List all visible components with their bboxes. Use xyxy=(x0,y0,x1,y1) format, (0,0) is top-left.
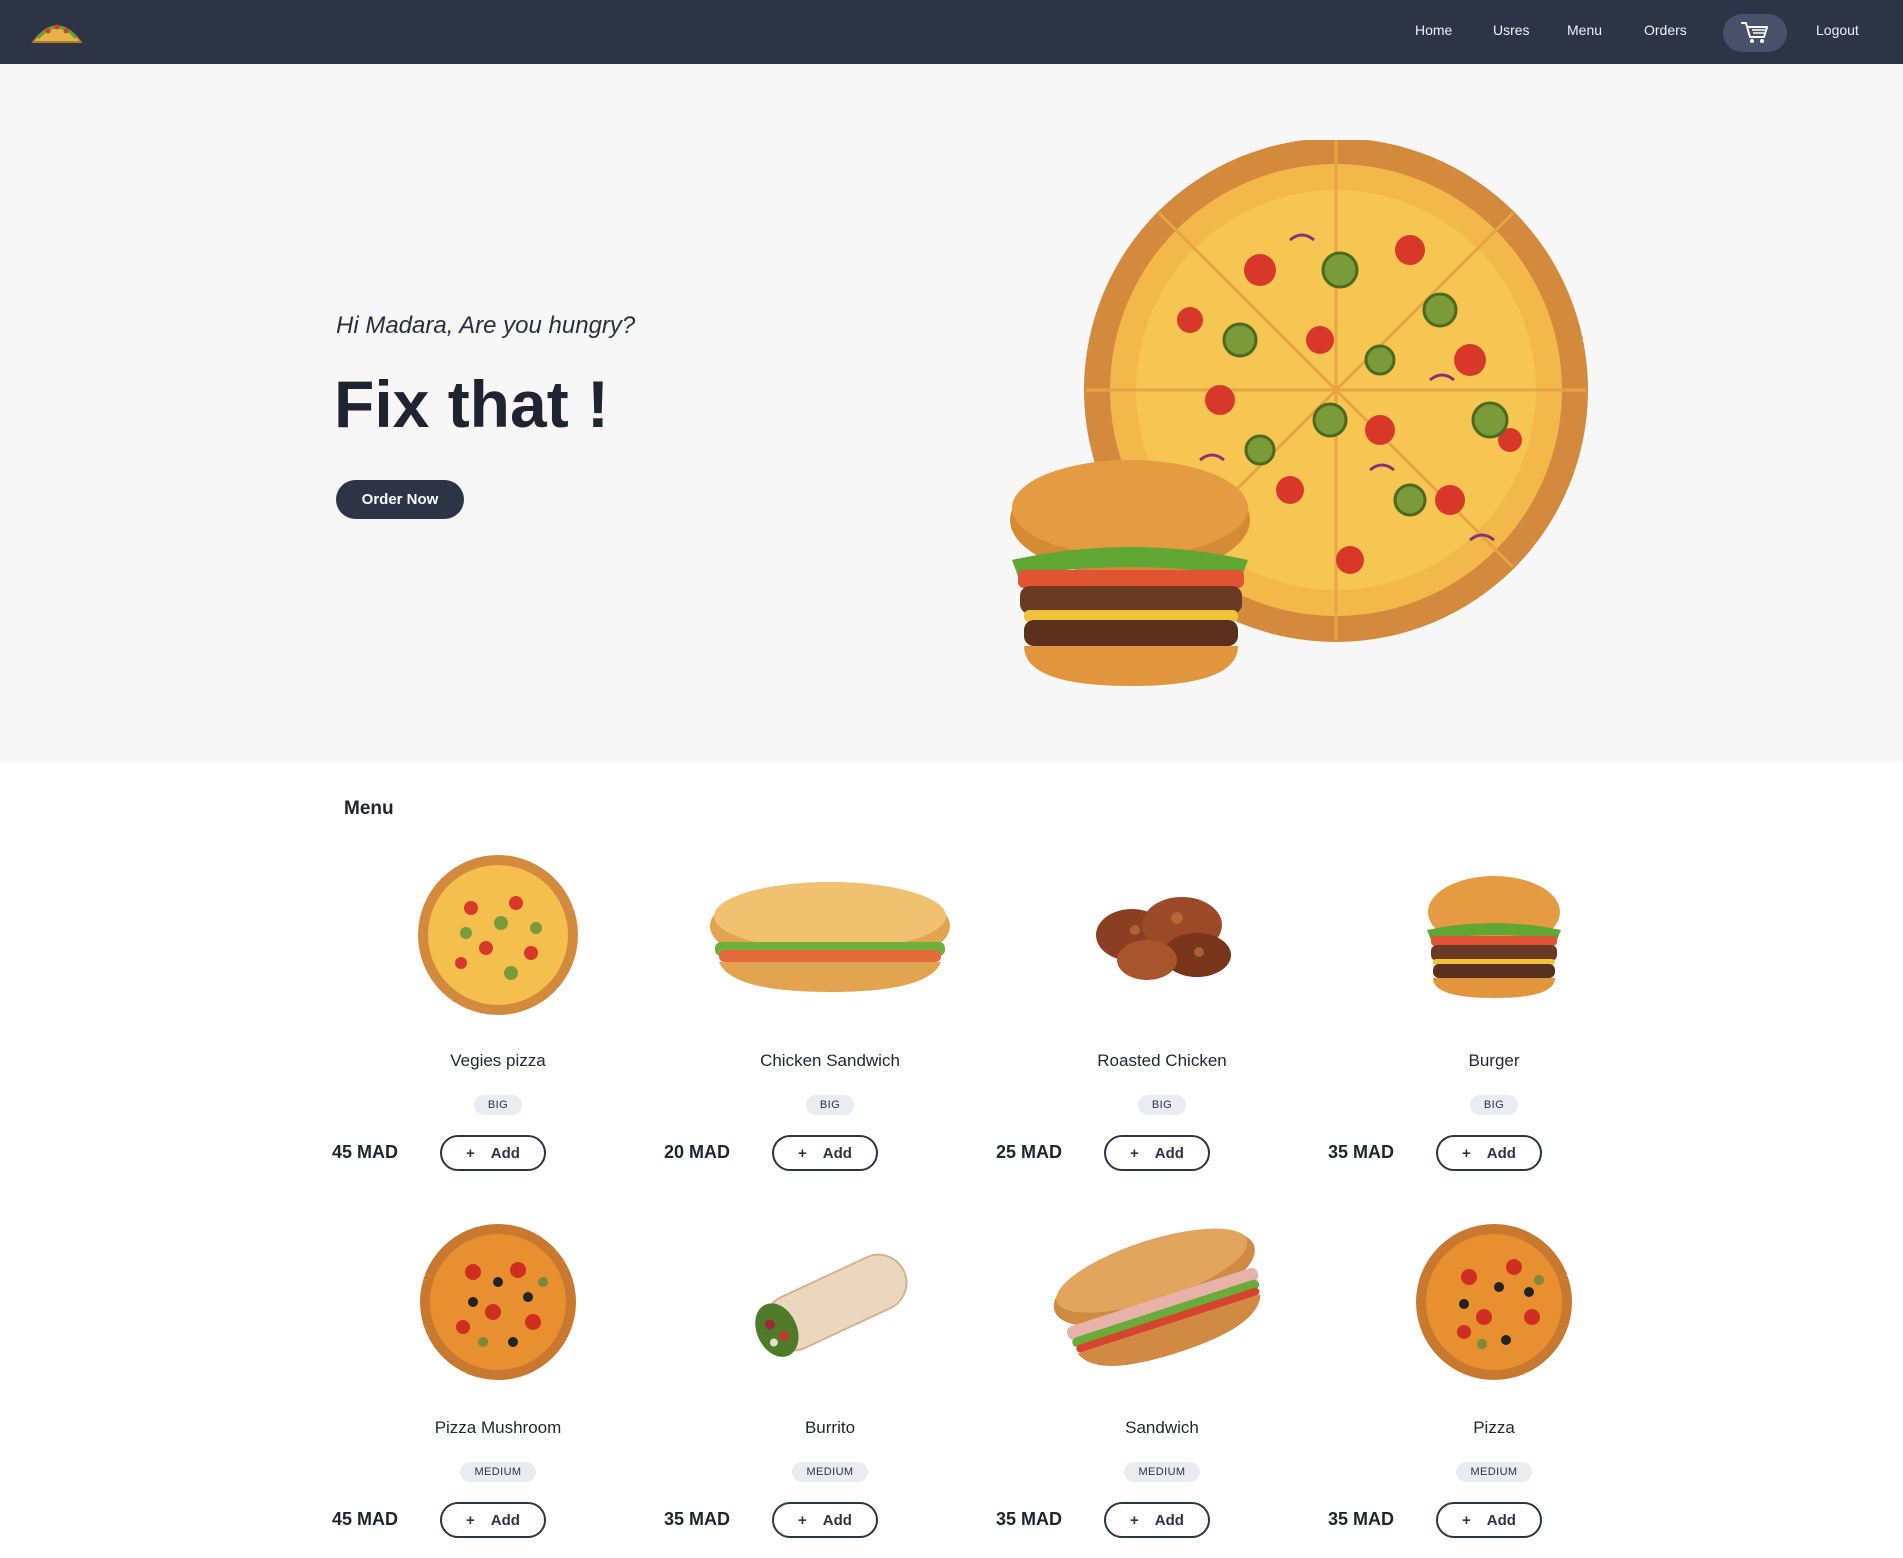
item-price: 20 MAD xyxy=(664,1142,731,1162)
plus-icon: + xyxy=(1130,1144,1139,1162)
plus-icon: + xyxy=(466,1511,475,1529)
nav-home[interactable]: Home xyxy=(1415,22,1452,38)
menu-card: Pizza Mushroom MEDIUM 45 MAD + Add xyxy=(332,1212,664,1542)
pizza-icon xyxy=(332,845,664,1025)
hero-greeting: Hi Madara, Are you hungry? xyxy=(336,312,636,339)
item-name: Sandwich xyxy=(1125,1418,1199,1437)
size-badge: MEDIUM xyxy=(792,1462,868,1482)
menu-card: Burger BIG 35 MAD + Add xyxy=(1328,845,1660,1175)
hero-title: Fix that ! xyxy=(334,367,609,441)
nav-users[interactable]: Usres xyxy=(1493,22,1530,38)
add-button[interactable]: + Add xyxy=(1436,1502,1542,1538)
sandwich-icon xyxy=(664,845,996,1025)
cart-icon xyxy=(1741,22,1768,43)
item-price: 25 MAD xyxy=(996,1142,1063,1162)
add-button[interactable]: + Add xyxy=(440,1502,546,1538)
item-name: Burger xyxy=(1468,1051,1520,1070)
menu-card: Sandwich MEDIUM 35 MAD + Add xyxy=(996,1212,1328,1542)
size-badge: BIG xyxy=(1469,1095,1519,1115)
size-badge: BIG xyxy=(1137,1095,1187,1115)
add-button[interactable]: + Add xyxy=(1104,1135,1210,1171)
pizza-burger-image xyxy=(1010,140,1588,686)
item-price: 35 MAD xyxy=(996,1509,1063,1529)
size-badge: MEDIUM xyxy=(460,1462,536,1482)
plus-icon: + xyxy=(798,1511,807,1529)
cart-button[interactable] xyxy=(1723,14,1787,52)
menu-card: Chicken Sandwich BIG 20 MAD + Add xyxy=(664,845,996,1175)
add-button[interactable]: + Add xyxy=(440,1135,546,1171)
order-now-button[interactable]: Order Now xyxy=(336,480,464,519)
item-name: Pizza Mushroom xyxy=(434,1418,562,1437)
burger-icon xyxy=(1328,845,1660,1025)
add-button[interactable]: + Add xyxy=(1104,1502,1210,1538)
size-badge: BIG xyxy=(805,1095,855,1115)
item-name: Vegies pizza xyxy=(450,1051,546,1070)
item-price: 45 MAD xyxy=(332,1509,399,1529)
chicken-icon xyxy=(996,845,1328,1025)
menu-card: Vegies pizza BIG 45 MAD + Add xyxy=(332,845,664,1175)
taco-logo-icon[interactable] xyxy=(30,14,84,48)
pizza-icon xyxy=(332,1212,664,1392)
plus-icon: + xyxy=(466,1144,475,1162)
menu-card: Roasted Chicken BIG 25 MAD + Add xyxy=(996,845,1328,1175)
add-button[interactable]: + Add xyxy=(772,1502,878,1538)
add-button[interactable]: + Add xyxy=(1436,1135,1542,1171)
item-price: 35 MAD xyxy=(1328,1142,1395,1162)
add-button[interactable]: + Add xyxy=(772,1135,878,1171)
plus-icon: + xyxy=(798,1144,807,1162)
plus-icon: + xyxy=(1462,1144,1471,1162)
item-price: 35 MAD xyxy=(664,1509,731,1529)
nav-logout[interactable]: Logout xyxy=(1816,22,1859,38)
item-name: Roasted Chicken xyxy=(1097,1051,1227,1070)
menu-card: Burrito MEDIUM 35 MAD + Add xyxy=(664,1212,996,1542)
size-badge: MEDIUM xyxy=(1456,1462,1532,1482)
plus-icon: + xyxy=(1462,1511,1471,1529)
sandwich-icon xyxy=(996,1212,1328,1392)
menu-card: Pizza MEDIUM 35 MAD + Add xyxy=(1328,1212,1660,1542)
item-name: Burrito xyxy=(804,1418,856,1437)
nav-orders[interactable]: Orders xyxy=(1644,22,1687,38)
burrito-icon xyxy=(664,1212,996,1392)
item-price: 45 MAD xyxy=(332,1142,399,1162)
plus-icon: + xyxy=(1130,1511,1139,1529)
size-badge: BIG xyxy=(473,1095,523,1115)
pizza-icon xyxy=(1328,1212,1660,1392)
item-name: Pizza xyxy=(1473,1418,1515,1437)
hero-section: Hi Madara, Are you hungry? Fix that ! Or… xyxy=(0,64,1903,762)
navbar: Home Usres Menu Orders Logout xyxy=(0,0,1903,64)
item-price: 35 MAD xyxy=(1328,1509,1395,1529)
size-badge: MEDIUM xyxy=(1124,1462,1200,1482)
item-name: Chicken Sandwich xyxy=(760,1051,900,1070)
menu-heading: Menu xyxy=(344,798,394,819)
nav-menu[interactable]: Menu xyxy=(1567,22,1602,38)
